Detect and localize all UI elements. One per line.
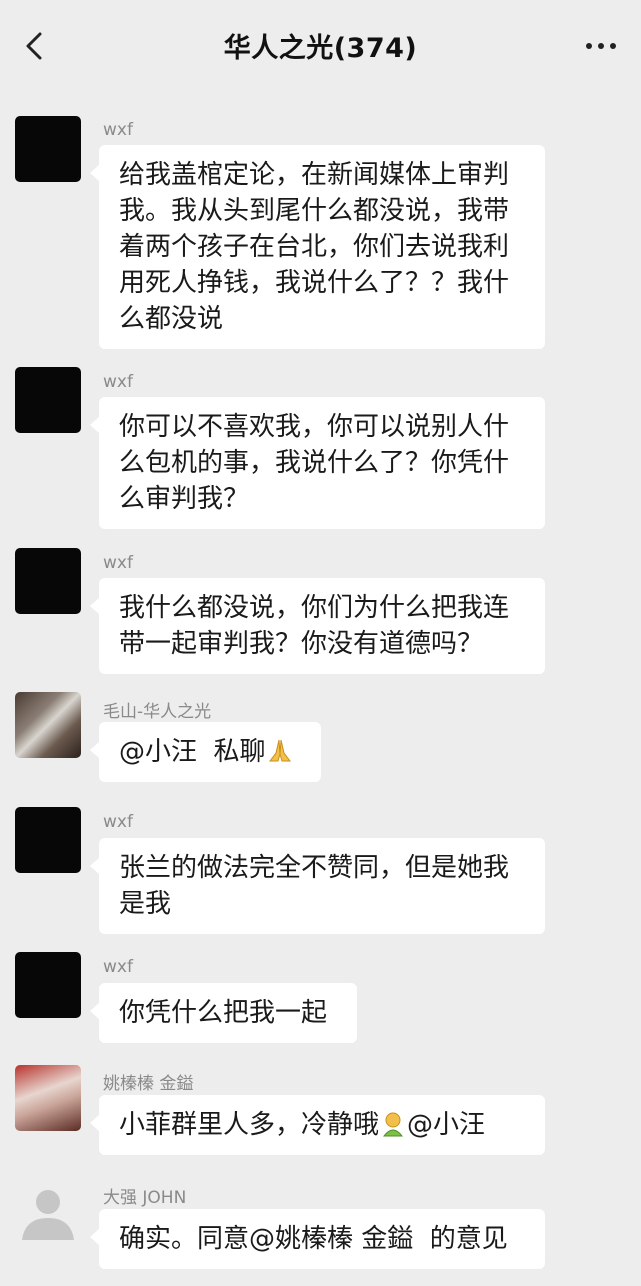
default-avatar-icon	[22, 1190, 74, 1240]
message-line: 么审判我？	[119, 484, 250, 514]
sender-name: wxf	[103, 812, 133, 832]
sender-name: 姚榛榛 金鎰	[103, 1074, 194, 1094]
face-emoji	[383, 1112, 404, 1137]
sender-name: wxf	[103, 957, 133, 977]
more-button[interactable]	[579, 28, 623, 64]
message-line: 着两个孩子在台北，你们去说我利	[119, 232, 510, 262]
sender-name: 毛山-华人之光	[103, 702, 212, 722]
message-bubble[interactable]: 小菲群里人多，冷静哦 @小汪	[90, 1095, 545, 1155]
sender-name: wxf	[103, 120, 133, 140]
message-line: 么包机的事，我说什么了？你凭什	[119, 448, 510, 478]
message-bubble[interactable]: 我什么都没说，你们为什么把我连 带一起审判我？你没有道德吗？	[90, 578, 545, 674]
message-line: 么都没说	[119, 304, 224, 334]
avatar[interactable]	[15, 116, 81, 182]
message-line: @小汪 私聊	[119, 734, 301, 770]
message-text: 小菲群里人多，冷静哦	[119, 1110, 380, 1140]
message-line: 我什么都没说，你们为什么把我连	[119, 593, 510, 623]
message-line: 确实。同意@姚榛榛 金鎰 的意见	[119, 1224, 508, 1254]
message-bubble[interactable]: 你可以不喜欢我，你可以说别人什 么包机的事，我说什么了？你凭什 么审判我？	[90, 397, 545, 529]
avatar[interactable]	[15, 1065, 81, 1131]
message-bubble[interactable]: 确实。同意@姚榛榛 金鎰 的意见	[90, 1209, 545, 1269]
message-line: 张兰的做法完全不赞同，但是她我	[119, 853, 510, 883]
message-text: @小汪 私聊	[119, 737, 266, 767]
ellipsis-icon	[586, 43, 592, 49]
sender-name: wxf	[103, 372, 133, 392]
avatar[interactable]	[15, 692, 81, 758]
praying-hands-emoji	[268, 739, 291, 762]
message-line: 带一起审判我？你没有道德吗？	[119, 629, 484, 659]
message-text: @小汪	[407, 1110, 486, 1140]
message-line: 用死人挣钱，我说什么了？？我什	[119, 268, 510, 298]
message-line: 我。我从头到尾什么都没说，我带	[119, 196, 510, 226]
message-line: 你凭什么把我一起	[119, 998, 328, 1028]
message-bubble[interactable]: 给我盖棺定论，在新闻媒体上审判 我。我从头到尾什么都没说，我带 着两个孩子在台北…	[90, 145, 545, 349]
message-bubble[interactable]: 张兰的做法完全不赞同，但是她我 是我	[90, 838, 545, 934]
sender-name: wxf	[103, 553, 133, 573]
message-line: 小菲群里人多，冷静哦 @小汪	[119, 1107, 525, 1143]
ellipsis-dot	[610, 43, 616, 49]
chat-header: 华人之光(374)	[0, 0, 641, 92]
sender-name: 大强 JOHN	[103, 1188, 187, 1208]
avatar[interactable]	[15, 1180, 81, 1246]
chat-title: 华人之光(374)	[223, 33, 418, 64]
avatar[interactable]	[15, 548, 81, 614]
message-line: 你可以不喜欢我，你可以说别人什	[119, 412, 510, 442]
avatar[interactable]	[15, 367, 81, 433]
message-bubble[interactable]: @小汪 私聊	[90, 722, 321, 782]
ellipsis-dot	[598, 43, 604, 49]
message-line: 是我	[119, 889, 172, 919]
avatar[interactable]	[15, 807, 81, 873]
message-bubble[interactable]: 你凭什么把我一起	[90, 983, 357, 1043]
message-line: 给我盖棺定论，在新闻媒体上审判	[119, 160, 510, 190]
avatar[interactable]	[15, 952, 81, 1018]
